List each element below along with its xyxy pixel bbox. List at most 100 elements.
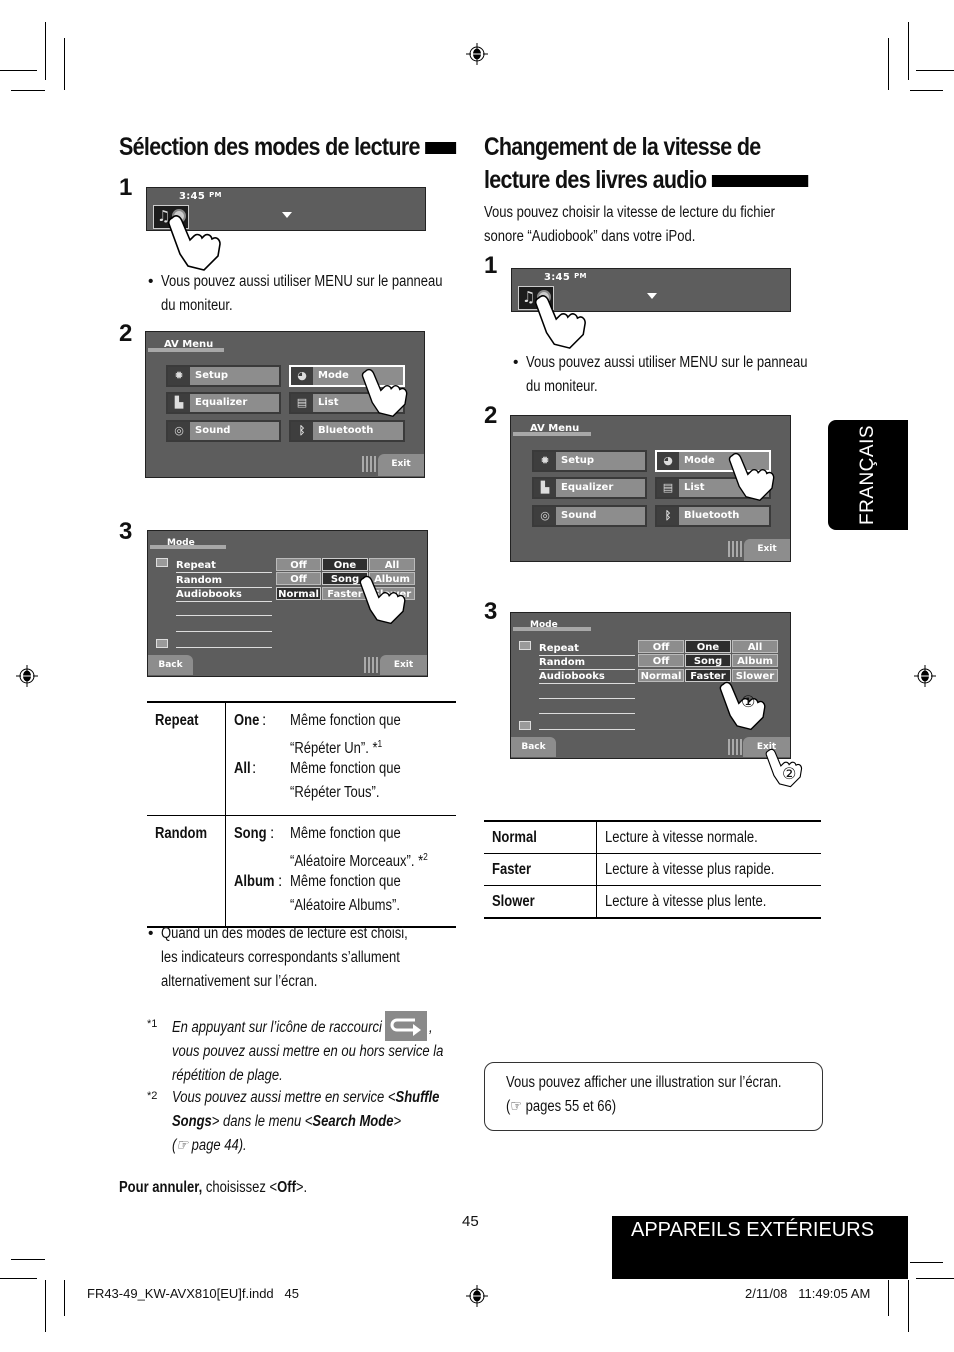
grip-handle <box>728 739 742 755</box>
menu-sound-button[interactable]: ◎ Sound <box>532 505 647 527</box>
back-button[interactable]: Back <box>148 655 193 675</box>
callout-2: ② <box>782 764 797 783</box>
table-row: Repeat One: Même fonction que “Répéter U… <box>147 702 456 816</box>
language-tab: FRANÇAIS <box>828 420 908 530</box>
registration-mark-icon <box>16 665 38 687</box>
bluetooth-icon: ᛒ <box>657 507 679 525</box>
row-values: Song: Même fonction que “Aléatoire Morce… <box>234 825 428 914</box>
intro-text: Vous pouvez choisir la vitesse de lectur… <box>484 204 775 245</box>
scroll-up-button[interactable] <box>519 641 531 650</box>
repeat-random-table: Repeat One: Même fonction que “Répéter U… <box>147 701 456 928</box>
footnote-mark: *1 <box>147 1018 158 1030</box>
grip-handle <box>362 456 376 472</box>
exit-button[interactable]: Exit <box>380 655 427 675</box>
repeat-one-option[interactable]: One <box>322 558 368 571</box>
speed-desc: Lecture à vitesse plus lente. <box>605 893 767 910</box>
empty-row <box>539 713 635 714</box>
step-number: 3 <box>484 598 498 625</box>
section-title-line1: Changement de la vitesse de <box>484 133 761 161</box>
speed-key: Slower <box>484 885 597 918</box>
menu-bluetooth-button[interactable]: ᛒ Bluetooth <box>289 420 405 442</box>
dropdown-triangle-icon[interactable] <box>647 293 657 299</box>
crop-mark <box>888 1280 889 1316</box>
repeat-off-option[interactable]: Off <box>276 558 321 571</box>
step-number: 1 <box>484 252 498 279</box>
speed-table: Normal Lecture à vitesse normale. Faster… <box>484 820 821 919</box>
empty-row <box>539 729 635 730</box>
crop-mark <box>888 38 889 90</box>
scroll-down-button[interactable] <box>519 721 531 730</box>
menu-setup-button[interactable]: ✹ Setup <box>532 450 647 472</box>
crop-mark <box>45 22 46 80</box>
page-number: 45 <box>462 1213 479 1230</box>
menu-bluetooth-button[interactable]: ᛒ Bluetooth <box>655 505 771 527</box>
chapter-title: APPAREILS EXTÉRIEURS <box>631 1219 875 1241</box>
list-icon: ▤ <box>291 394 313 412</box>
section-title-right: Changement de la vitesse de lecture des … <box>484 131 861 197</box>
step-number: 1 <box>119 174 133 201</box>
empty-row <box>176 615 272 616</box>
audiobook-normal-option[interactable]: Normal <box>638 669 684 682</box>
bullet-dot: • <box>148 925 154 942</box>
random-off-option[interactable]: Off <box>638 654 684 667</box>
step1-note: Vous pouvez aussi utiliser MENU sur le p… <box>161 273 443 314</box>
row-values: One: Même fonction que “Répéter Un”. *1 … <box>234 712 401 801</box>
scroll-up-button[interactable] <box>156 558 168 567</box>
menu-sound-button[interactable]: ◎ Sound <box>166 420 281 442</box>
menu-setup-button[interactable]: ✹ Setup <box>166 365 281 387</box>
pointing-hand-icon <box>359 575 406 625</box>
crop-mark <box>908 1280 909 1332</box>
audiobook-normal-option[interactable]: Normal <box>276 587 321 600</box>
speed-desc: Lecture à vitesse plus rapide. <box>605 861 775 878</box>
title-bar <box>711 175 808 188</box>
exit-button[interactable]: Exit <box>744 539 790 561</box>
repeat-all-option[interactable]: All <box>369 558 415 571</box>
empty-row <box>539 698 635 699</box>
row-key: Repeat <box>147 702 226 816</box>
scroll-down-button[interactable] <box>156 639 168 648</box>
step-number: 2 <box>119 320 133 347</box>
footnote-mark: *2 <box>147 1090 158 1102</box>
menu-equalizer-button[interactable]: ▙ Equalizer <box>532 477 647 499</box>
repeat-all-option[interactable]: All <box>732 640 778 653</box>
repeat-off-option[interactable]: Off <box>638 640 684 653</box>
exit-button[interactable]: Exit <box>378 454 424 476</box>
crop-mark <box>64 38 65 90</box>
table-row: Faster Lecture à vitesse plus rapide. <box>484 853 821 886</box>
mode-note: Quand un des modes de lecture est choisi… <box>161 925 408 990</box>
crop-mark <box>910 90 943 91</box>
random-off-option[interactable]: Off <box>276 572 321 585</box>
row-audiobooks-label: Audiobooks <box>176 588 272 602</box>
crop-mark <box>0 1278 37 1279</box>
title-bar <box>424 142 456 155</box>
registration-mark-icon <box>466 43 488 65</box>
page-reference-link[interactable]: (☞ page 44). <box>172 1134 439 1158</box>
gear-icon: ✹ <box>534 452 556 470</box>
random-song-option[interactable]: Song <box>685 654 731 667</box>
gear-icon: ✹ <box>168 367 190 385</box>
dropdown-triangle-icon[interactable] <box>282 212 292 218</box>
page-reference-link[interactable]: (☞ pages 55 et 66) <box>506 1095 782 1119</box>
section-title-text: Sélection des modes de lecture <box>119 133 420 161</box>
file-slug: FR43-49_KW-AVX810[EU]f.indd 45 <box>87 1286 299 1301</box>
crop-mark <box>64 1280 65 1316</box>
cancel-instruction: Pour annuler, choisissez <Off>. <box>119 1179 308 1196</box>
back-button[interactable]: Back <box>511 737 556 757</box>
speed-desc: Lecture à vitesse normale. <box>605 829 758 846</box>
crop-mark <box>0 70 37 71</box>
clock: 3:45 PM <box>544 272 587 283</box>
clock: 3:45 PM <box>179 191 222 202</box>
mode-icon: ◕ <box>291 367 313 385</box>
table-row: Slower Lecture à vitesse plus lente. <box>484 885 821 918</box>
menu-title: Mode <box>167 538 195 548</box>
crop-mark <box>11 1259 45 1260</box>
row-random-label: Random <box>176 574 272 588</box>
table-row: Random Song: Même fonction que “Aléatoir… <box>147 815 456 927</box>
step-number: 2 <box>484 402 498 429</box>
random-album-option[interactable]: Album <box>732 654 778 667</box>
bullet-dot: • <box>513 354 519 371</box>
row-audiobooks-label: Audiobooks <box>539 670 635 684</box>
menu-equalizer-button[interactable]: ▙ Equalizer <box>166 392 281 414</box>
repeat-shortcut-icon <box>385 1011 427 1041</box>
repeat-one-option[interactable]: One <box>685 640 731 653</box>
